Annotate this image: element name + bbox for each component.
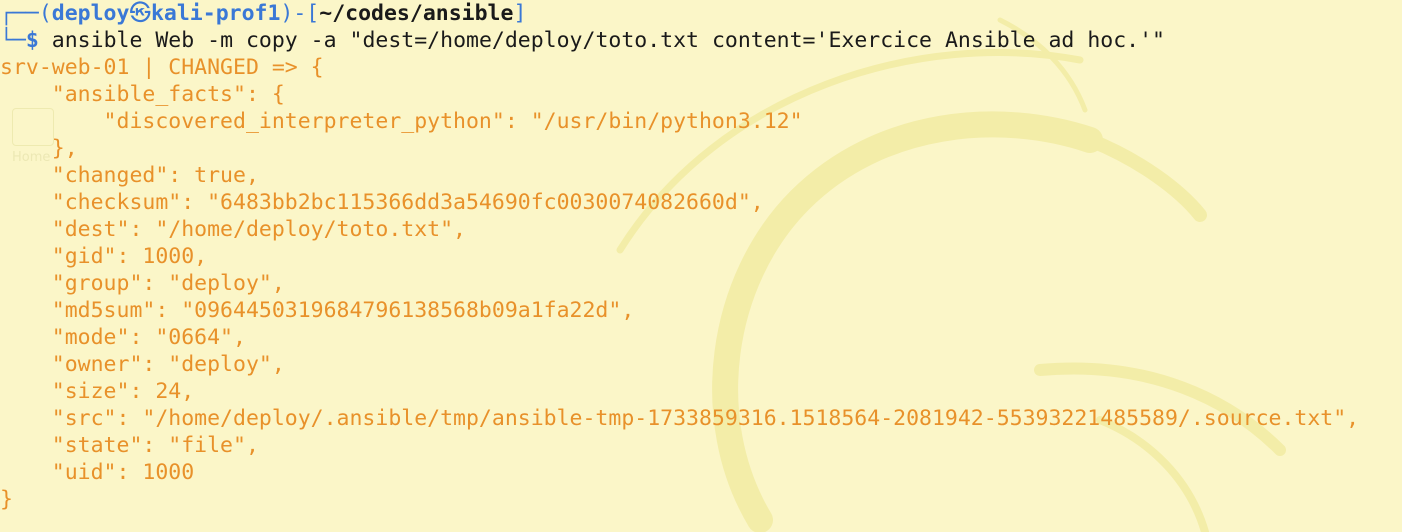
prompt-frame-bottom: └─ [0,28,26,53]
output-line: "dest": "/home/deploy/toto.txt", [0,217,466,242]
output-line: "group": "deploy", [0,271,285,296]
output-line: } [0,487,13,512]
output-line: "md5sum": "0964450319684796138568b09a1fa… [0,298,635,323]
output-line: "ansible_facts": { [0,82,285,107]
output-line: "checksum": "6483bb2bc115366dd3a54690fc0… [0,190,764,215]
output-line: "state": "file", [0,433,259,458]
output-line: "changed": true, [0,163,259,188]
prompt-line-1: ┌──(deploy㉿kali-prof1)-[~/codes/ansible] [0,0,1402,27]
prompt-path: ~/codes/ansible [319,1,514,26]
output-line: }, [0,136,78,161]
output-line: "mode": "0664", [0,325,246,350]
output-line: "owner": "deploy", [0,352,285,377]
output-line: "gid": 1000, [0,244,208,269]
prompt-separator-icon: ㉿ [129,1,151,26]
prompt-frame-close: ] [513,1,527,26]
terminal-output[interactable]: ┌──(deploy㉿kali-prof1)-[~/codes/ansible]… [0,0,1402,513]
prompt-line-2: └─$ ansible Web -m copy -a "dest=/home/d… [0,27,1402,54]
prompt-user: deploy [51,1,130,26]
output-line: "uid": 1000 [0,460,195,485]
prompt-symbol: $ [25,28,39,53]
output-line: srv-web-01 | CHANGED => { [0,55,324,80]
output-line: "discovered_interpreter_python": "/usr/b… [0,109,803,134]
prompt-host: kali-prof1 [150,1,281,26]
output-line: "size": 24, [0,379,195,404]
prompt-frame-top: ┌──( [0,1,52,26]
prompt-frame-mid: )-[ [280,1,320,26]
command-text: ansible Web -m copy -a "dest=/home/deplo… [51,28,1165,53]
output-line: "src": "/home/deploy/.ansible/tmp/ansibl… [0,406,1360,431]
